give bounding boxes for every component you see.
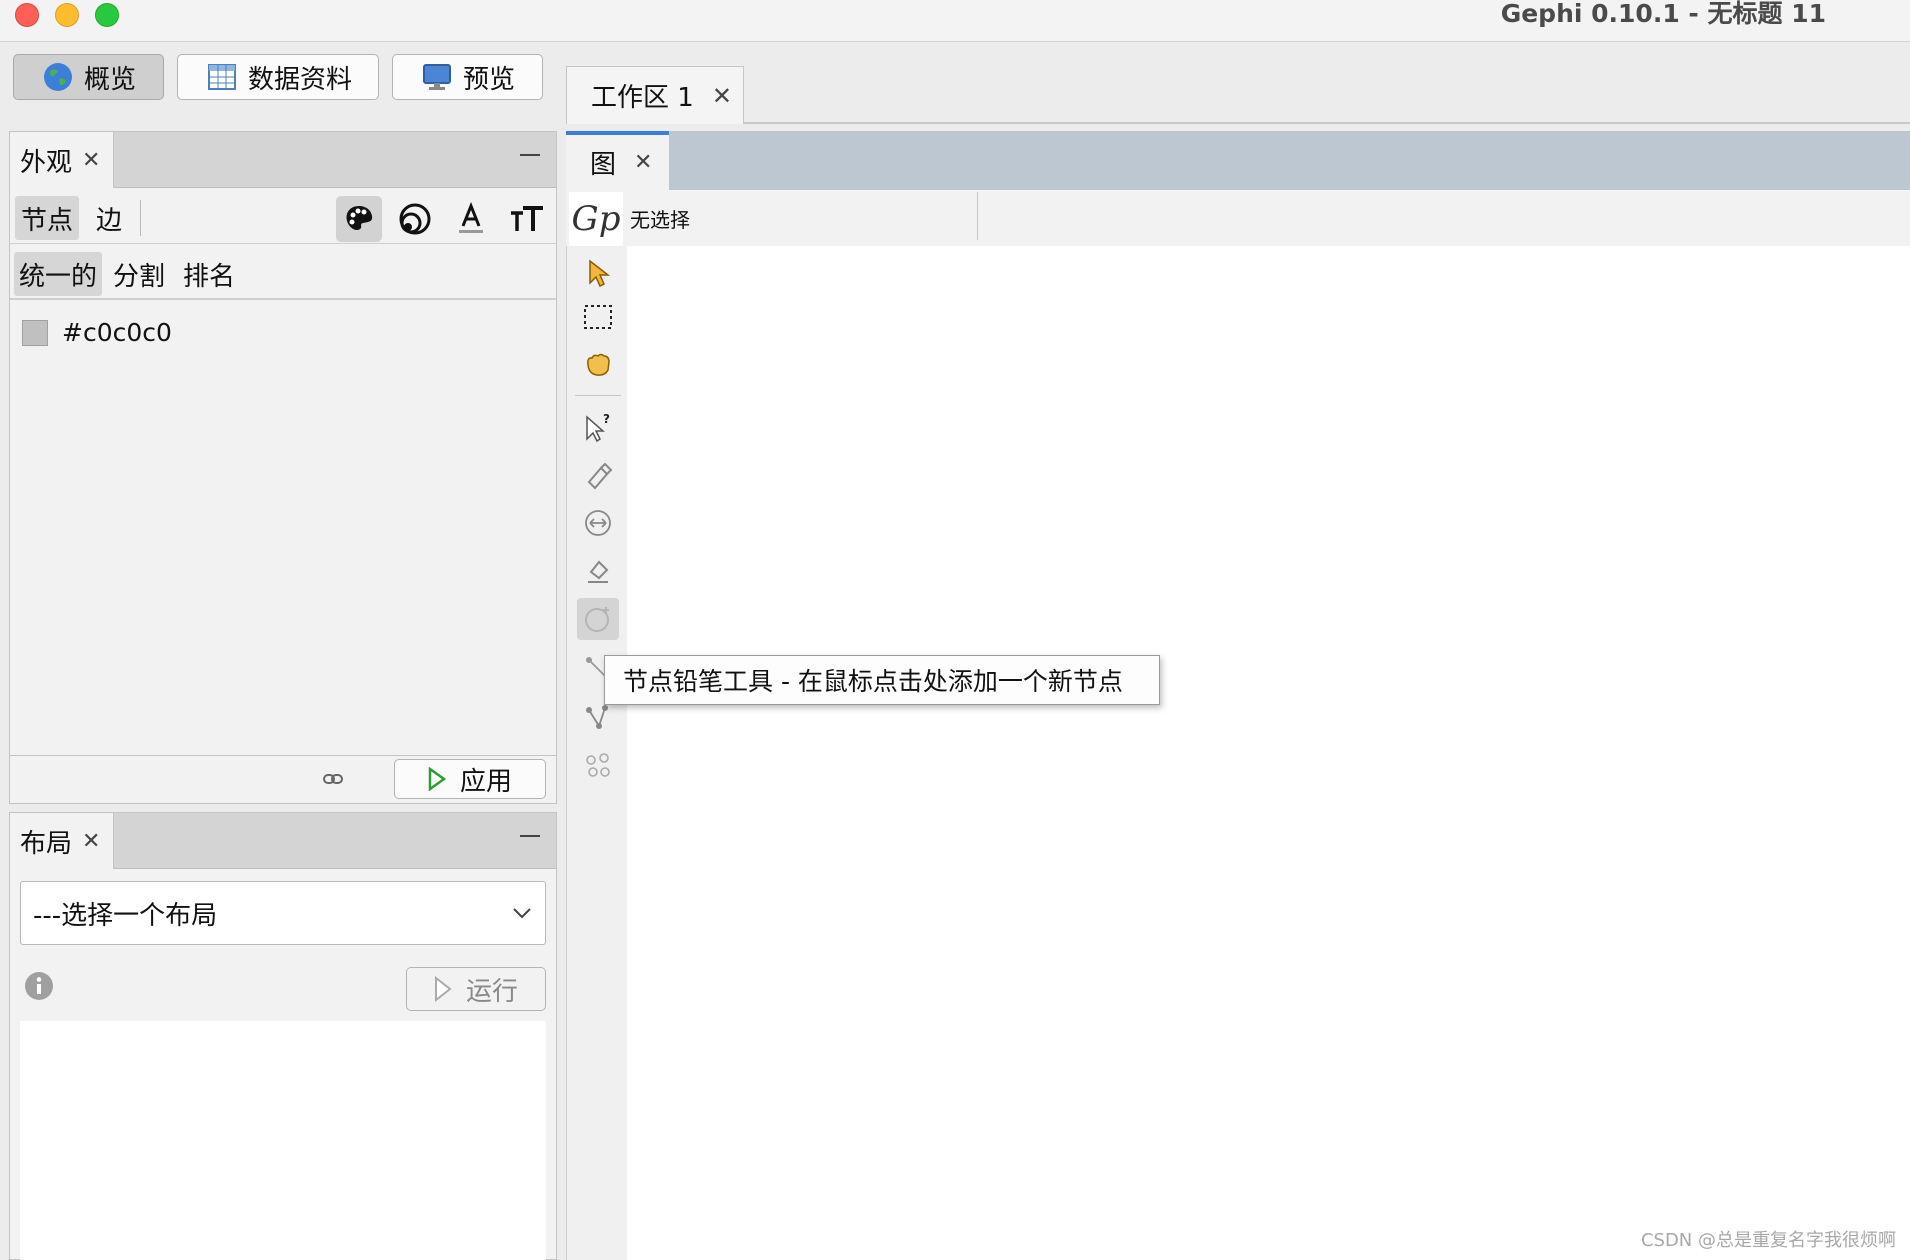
window-minimize-button[interactable]: [55, 3, 79, 27]
tool-tooltip: 节点铅笔工具 - 在鼠标点击处添加一个新节点: [604, 655, 1160, 705]
appearance-element-row: 节点 边: [10, 188, 556, 244]
close-icon[interactable]: ✕: [82, 829, 100, 854]
info-icon[interactable]: [24, 971, 54, 1001]
window-title-bar: Gephi 0.10.1 - 无标题 11: [0, 0, 1910, 42]
graph-tab-strip: [566, 131, 1910, 190]
label-size-icon[interactable]: [504, 196, 550, 242]
run-button[interactable]: 运行: [406, 967, 546, 1011]
preview-mode-label: 预览: [463, 64, 516, 95]
layout-panel-header: 布局 ✕: [10, 813, 556, 869]
globe-icon: [44, 63, 72, 91]
color-setting-row: #c0c0c0: [22, 318, 172, 347]
appearance-footer: 应用: [10, 755, 556, 803]
play-icon: [434, 976, 452, 1002]
table-icon: [208, 64, 236, 90]
unique-tab[interactable]: 统一的: [14, 252, 102, 296]
close-icon[interactable]: ✕: [634, 150, 652, 175]
layout-panel-tab[interactable]: 布局 ✕: [10, 813, 114, 869]
palette-icon[interactable]: [336, 196, 382, 242]
data-laboratory-mode-button[interactable]: 数据资料: [177, 54, 379, 100]
window-title: Gephi 0.10.1 - 无标题 11: [1500, 0, 1826, 28]
workspace-tab-strip: [566, 122, 1910, 124]
nodes-tab[interactable]: 节点: [15, 196, 79, 240]
edit-info-icon[interactable]: ?: [577, 406, 619, 448]
brush-icon[interactable]: [577, 454, 619, 496]
rectangle-select-icon[interactable]: [577, 296, 619, 338]
overview-mode-label: 概览: [84, 64, 137, 95]
ranking-tab[interactable]: 排名: [178, 252, 240, 296]
run-button-label: 运行: [465, 976, 518, 1007]
minimize-icon[interactable]: [520, 835, 540, 837]
appearance-panel-header: 外观 ✕: [10, 132, 556, 188]
link-icon[interactable]: [322, 768, 344, 790]
workspace-tab[interactable]: 工作区 1 ✕: [566, 66, 744, 124]
layout-panel-title: 布局: [20, 828, 73, 859]
layout-select[interactable]: ---选择一个布局: [20, 881, 546, 945]
graph-toolbar: [566, 190, 1910, 246]
divider: [977, 192, 978, 240]
graph-canvas[interactable]: [627, 246, 1910, 1260]
monitor-icon: [423, 64, 451, 90]
paint-bucket-icon[interactable]: [577, 550, 619, 592]
resize-icon[interactable]: [577, 502, 619, 544]
graph-tab[interactable]: 图 ✕: [566, 131, 669, 190]
label-color-icon[interactable]: [448, 196, 494, 242]
size-icon[interactable]: [392, 196, 438, 242]
direct-select-icon[interactable]: [577, 252, 619, 294]
watermark: CSDN @总是重复名字我很烦啊: [1640, 1230, 1896, 1251]
overview-mode-button[interactable]: 概览: [13, 54, 164, 100]
graph-tools-sidebar: ?: [566, 246, 627, 1260]
apply-button[interactable]: 应用: [394, 759, 546, 799]
play-icon: [428, 767, 446, 791]
appearance-panel: 外观 ✕ 节点 边 统一的 分割 排名 #c0c0c0 应用: [9, 131, 557, 804]
chevron-down-icon: [513, 908, 531, 919]
divider: [140, 200, 141, 236]
layout-properties-area: [20, 1021, 546, 1260]
node-pencil-icon[interactable]: [577, 598, 619, 640]
data-laboratory-mode-label: 数据资料: [248, 64, 353, 95]
minimize-icon[interactable]: [520, 154, 540, 156]
window-maximize-button[interactable]: [95, 3, 119, 27]
window-close-button[interactable]: [15, 3, 39, 27]
close-icon[interactable]: ✕: [82, 148, 100, 173]
gephi-logo: Gp: [569, 192, 623, 246]
close-icon[interactable]: ✕: [712, 82, 732, 110]
heat-map-icon[interactable]: [577, 744, 619, 786]
appearance-panel-tab[interactable]: 外观 ✕: [10, 132, 114, 188]
layout-panel: 布局 ✕ ---选择一个布局 运行: [9, 812, 557, 1260]
color-value: #c0c0c0: [62, 318, 172, 347]
partition-tab[interactable]: 分割: [108, 252, 170, 296]
graph-tab-label: 图: [590, 150, 617, 180]
preview-mode-button[interactable]: 预览: [392, 54, 543, 100]
appearance-mode-row: 统一的 分割 排名: [10, 244, 556, 300]
selection-status: 无选择: [630, 208, 690, 232]
svg-text:?: ?: [603, 412, 610, 426]
layout-select-value: ---选择一个布局: [33, 900, 218, 931]
workspace-tab-label: 工作区 1: [591, 83, 694, 113]
appearance-panel-title: 外观: [20, 147, 73, 178]
edges-tab[interactable]: 边: [85, 196, 133, 240]
color-swatch[interactable]: [22, 319, 48, 346]
apply-button-label: 应用: [459, 766, 512, 797]
drag-hand-icon[interactable]: [577, 344, 619, 386]
divider: [575, 395, 621, 396]
